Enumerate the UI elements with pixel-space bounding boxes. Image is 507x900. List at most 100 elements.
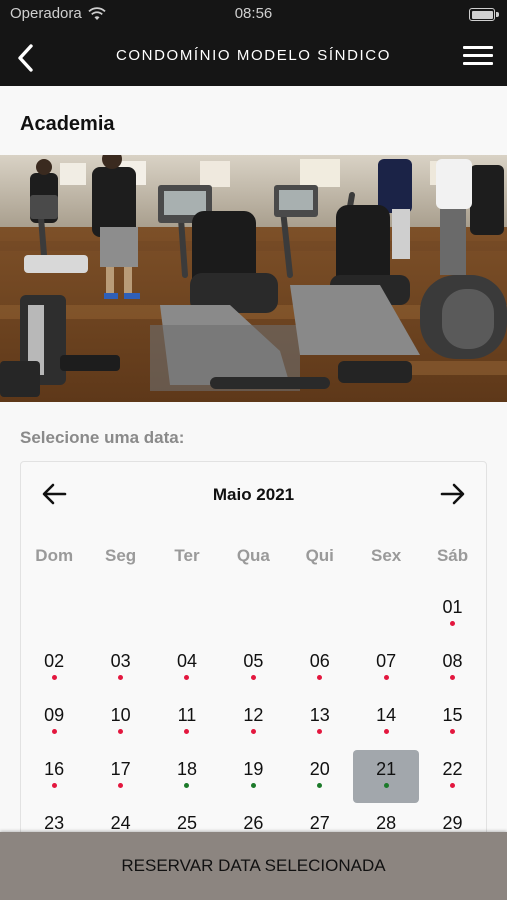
calendar-day[interactable]: 09	[21, 695, 87, 749]
availability-dot-icon	[118, 729, 124, 734]
availability-dot-icon	[51, 783, 57, 788]
day-number: 10	[110, 705, 131, 725]
day-number: 19	[243, 759, 264, 779]
calendar-day[interactable]: 20	[287, 749, 353, 803]
gym-photo	[0, 155, 507, 402]
availability-dot-icon	[450, 729, 456, 734]
day-number: 15	[442, 705, 463, 725]
weekday-label: Sex	[371, 546, 402, 565]
battery-icon	[469, 8, 495, 21]
weekday-label: Seg	[104, 546, 137, 565]
availability-dot-icon	[184, 729, 190, 734]
arrow-right-icon	[440, 483, 465, 505]
day-number: 03	[110, 651, 131, 671]
availability-dot-icon	[51, 675, 57, 680]
calendar-day[interactable]: 19	[220, 749, 286, 803]
availability-dot-icon	[383, 729, 389, 734]
calendar: Maio 2021 Dom Seg Ter Qua Qui Sex Sáb 01…	[20, 461, 487, 861]
status-time: 08:56	[234, 5, 273, 22]
calendar-empty-cell	[287, 587, 353, 641]
day-number: 22	[442, 759, 463, 779]
calendar-empty-cell	[21, 587, 87, 641]
calendar-day[interactable]: 10	[87, 695, 153, 749]
day-number: 28	[376, 813, 397, 833]
reserve-button-label: RESERVAR DATA SELECIONADA	[121, 856, 386, 875]
day-number: 08	[442, 651, 463, 671]
weekday-header: Dom Seg Ter Qua Qui Sex Sáb	[21, 546, 486, 566]
day-number: 14	[376, 705, 397, 725]
availability-dot-icon	[51, 729, 57, 734]
calendar-day[interactable]: 14	[353, 695, 419, 749]
calendar-day[interactable]: 17	[87, 749, 153, 803]
day-number: 20	[309, 759, 330, 779]
availability-dot-icon	[250, 675, 256, 680]
status-bar: Operadora 08:56	[0, 0, 507, 30]
day-number: 07	[376, 651, 397, 671]
availability-dot-icon	[383, 675, 389, 680]
availability-dot-icon	[450, 783, 456, 788]
availability-dot-icon	[250, 783, 256, 788]
page-title: Academia	[20, 113, 115, 135]
calendar-day[interactable]: 22	[419, 749, 485, 803]
calendar-day[interactable]: 03	[87, 641, 153, 695]
calendar-month-label: Maio 2021	[212, 485, 295, 504]
day-number: 24	[110, 813, 131, 833]
calendar-day[interactable]: 02	[21, 641, 87, 695]
day-number: 09	[44, 705, 65, 725]
select-date-label: Selecione uma data:	[20, 428, 185, 447]
availability-dot-icon	[250, 729, 256, 734]
calendar-empty-cell	[220, 587, 286, 641]
availability-dot-icon	[317, 783, 323, 788]
navigation-bar: CONDOMÍNIO MODELO SÍNDICO	[0, 30, 507, 86]
calendar-day[interactable]: 12	[220, 695, 286, 749]
calendar-day[interactable]: 04	[154, 641, 220, 695]
weekday-label: Qua	[236, 546, 270, 565]
availability-dot-icon	[118, 783, 124, 788]
availability-dot-icon	[383, 783, 389, 788]
day-number: 16	[44, 759, 65, 779]
calendar-day[interactable]: 16	[21, 749, 87, 803]
weekday-label: Qui	[305, 546, 334, 565]
calendar-day[interactable]: 18	[154, 749, 220, 803]
availability-dot-icon	[450, 621, 456, 626]
day-number: 06	[309, 651, 330, 671]
day-number: 02	[44, 651, 65, 671]
availability-dot-icon	[450, 675, 456, 680]
day-number: 18	[176, 759, 197, 779]
day-number: 13	[309, 705, 330, 725]
calendar-day[interactable]: 06	[287, 641, 353, 695]
battery-cap	[496, 12, 499, 17]
calendar-day[interactable]: 07	[353, 641, 419, 695]
calendar-day-selected[interactable]: 21	[352, 749, 420, 803]
availability-dot-icon	[184, 675, 190, 680]
day-number: 01	[442, 597, 463, 617]
reserve-date-button[interactable]: RESERVAR DATA SELECIONADA	[0, 832, 507, 900]
availability-dot-icon	[317, 675, 323, 680]
availability-dot-icon	[317, 729, 323, 734]
weekday-label: Dom	[35, 546, 74, 565]
calendar-day[interactable]: 15	[419, 695, 485, 749]
day-number: 23	[44, 813, 65, 833]
next-month-button[interactable]	[436, 478, 468, 510]
hamburger-menu-icon	[463, 46, 493, 49]
weekday-label: Sáb	[436, 546, 469, 565]
calendar-days-grid: 01 02 03 04 05 06 07 08 09 10 11 12 13 14 15 16 17 18 19 20…	[21, 587, 486, 857]
calendar-day[interactable]: 01	[419, 587, 485, 641]
day-number: 27	[309, 813, 330, 833]
day-number: 12	[243, 705, 264, 725]
day-number: 26	[243, 813, 264, 833]
calendar-day[interactable]: 05	[220, 641, 286, 695]
calendar-empty-cell	[154, 587, 220, 641]
day-number: 21	[376, 759, 397, 779]
nav-title: CONDOMÍNIO MODELO SÍNDICO	[115, 47, 391, 64]
day-number: 05	[243, 651, 264, 671]
day-number: 11	[177, 705, 197, 725]
calendar-day[interactable]: 13	[287, 695, 353, 749]
day-number: 04	[176, 651, 197, 671]
menu-button[interactable]	[463, 46, 493, 70]
calendar-day[interactable]: 11	[154, 695, 220, 749]
day-number: 29	[442, 813, 463, 833]
calendar-day[interactable]: 08	[419, 641, 485, 695]
availability-dot-icon	[184, 783, 190, 788]
day-number: 25	[176, 813, 197, 833]
